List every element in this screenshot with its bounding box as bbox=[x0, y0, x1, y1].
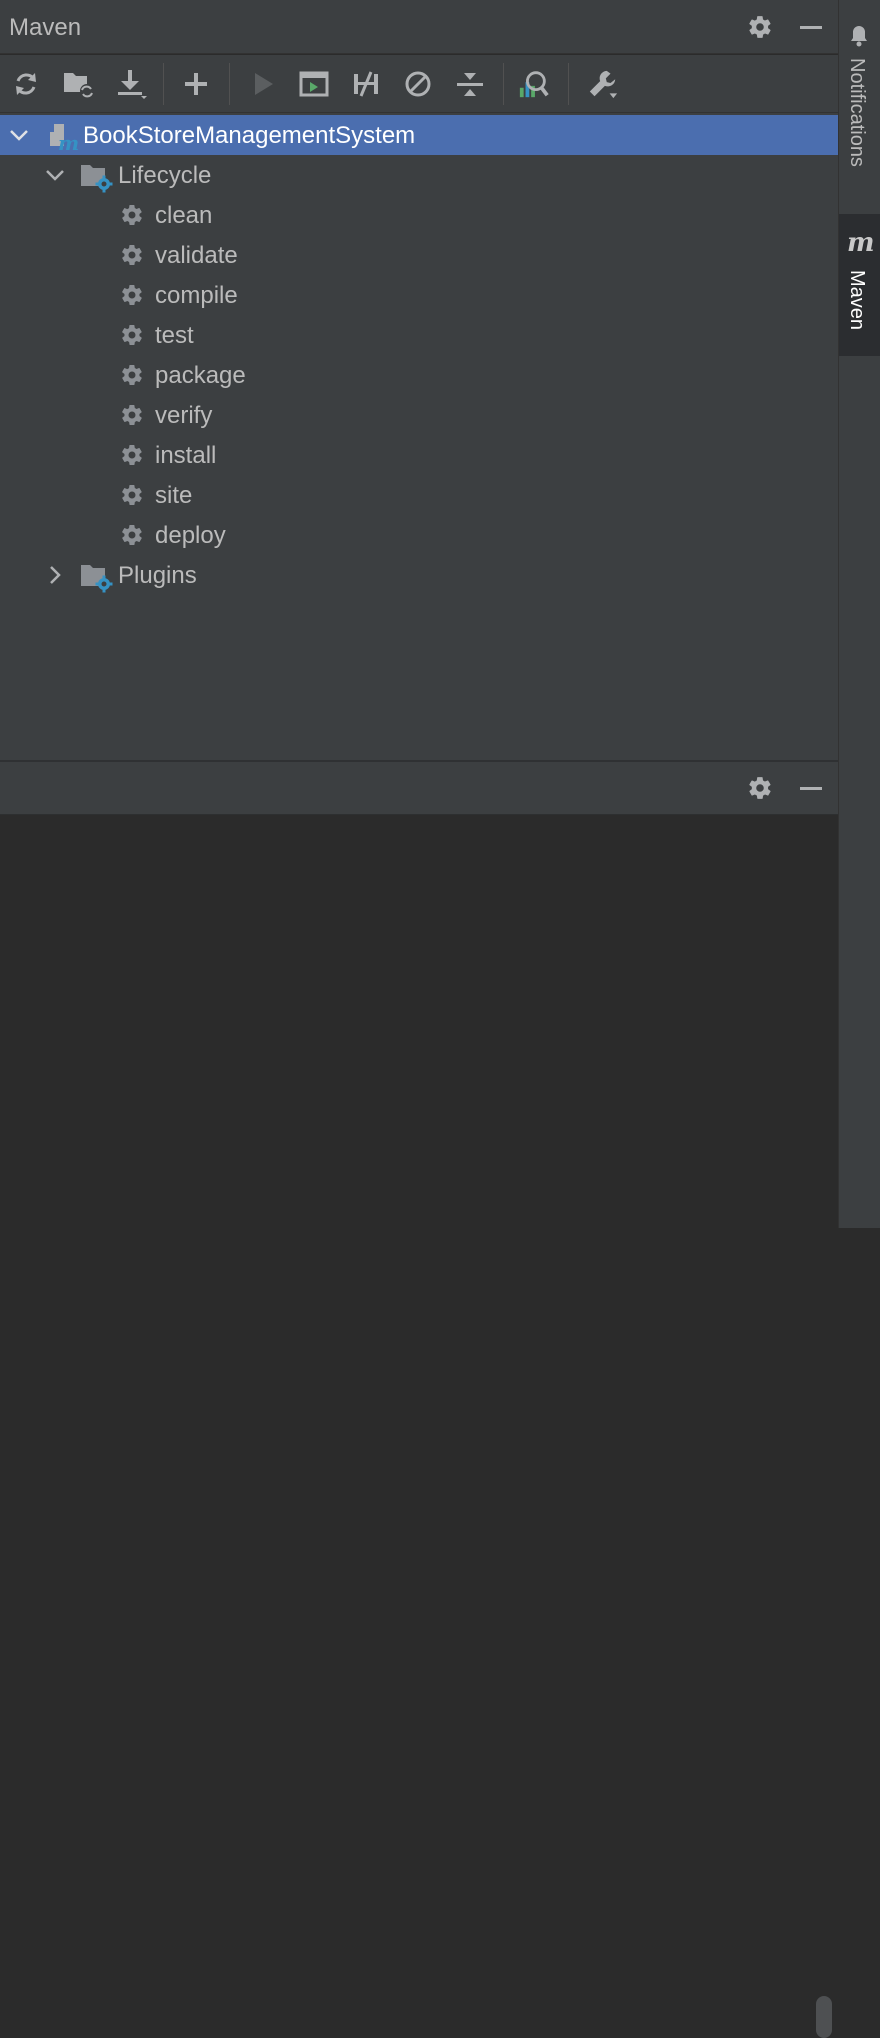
svg-text:m: m bbox=[58, 131, 78, 151]
wrench-icon[interactable] bbox=[587, 68, 619, 100]
notifications-tab[interactable]: Notifications bbox=[839, 0, 880, 212]
lifecycle-goal-compile[interactable]: compile bbox=[0, 275, 838, 315]
collapse-icon[interactable] bbox=[454, 68, 486, 100]
run-console[interactable] bbox=[0, 815, 838, 2038]
maven-m-icon: m bbox=[847, 228, 875, 258]
goal-label: verify bbox=[155, 402, 213, 429]
minus-icon[interactable] bbox=[797, 774, 825, 802]
lifecycle-goal-package[interactable]: package bbox=[0, 355, 838, 395]
chevron-right-icon[interactable] bbox=[43, 563, 67, 587]
offline-icon[interactable] bbox=[350, 68, 382, 100]
gear-icon bbox=[120, 243, 144, 267]
folder-settings-icon bbox=[80, 561, 114, 593]
toolbar-separator bbox=[163, 63, 164, 105]
lifecycle-goal-validate[interactable]: validate bbox=[0, 235, 838, 275]
console-scrollbar[interactable] bbox=[816, 1996, 832, 2038]
goal-label: site bbox=[155, 482, 193, 509]
goal-label: test bbox=[155, 322, 194, 349]
maven-tab[interactable]: m Maven bbox=[839, 214, 880, 356]
tree-node-plugins[interactable]: Plugins bbox=[0, 555, 838, 595]
goal-label: clean bbox=[155, 202, 213, 229]
lifecycle-goal-test[interactable]: test bbox=[0, 315, 838, 355]
gear-icon bbox=[120, 323, 144, 347]
gear-icon bbox=[120, 483, 144, 507]
gear-icon bbox=[120, 443, 144, 467]
lifecycle-goal-clean[interactable]: clean bbox=[0, 195, 838, 235]
maven-module-icon: m bbox=[48, 121, 79, 155]
maven-label: Maven bbox=[846, 270, 868, 331]
lifecycle-label: Lifecycle bbox=[118, 162, 212, 189]
gear-icon[interactable] bbox=[746, 13, 774, 41]
folder-settings-icon bbox=[80, 161, 114, 193]
gear-icon bbox=[120, 203, 144, 227]
skip-icon[interactable] bbox=[402, 68, 434, 100]
run-panel-header bbox=[0, 762, 838, 815]
goal-label: deploy bbox=[155, 522, 226, 549]
toolbar-separator bbox=[503, 63, 504, 105]
plugins-label: Plugins bbox=[118, 562, 197, 589]
goal-label: package bbox=[155, 362, 246, 389]
project-name: BookStoreManagementSystem bbox=[83, 122, 416, 149]
tool-window-title: Maven bbox=[9, 14, 82, 41]
maven-projects-tree: m BookStoreManagementSystem Lifecycle cl… bbox=[0, 113, 838, 760]
gear-icon bbox=[120, 283, 144, 307]
goal-label: compile bbox=[155, 282, 238, 309]
lifecycle-goal-site[interactable]: site bbox=[0, 475, 838, 515]
plus-icon[interactable] bbox=[180, 68, 212, 100]
gear-icon[interactable] bbox=[746, 774, 774, 802]
goal-label: install bbox=[155, 442, 217, 469]
gear-icon bbox=[120, 363, 144, 387]
tree-node-project[interactable]: m BookStoreManagementSystem bbox=[0, 115, 838, 155]
notifications-label: Notifications bbox=[846, 58, 868, 167]
tree-node-lifecycle[interactable]: Lifecycle bbox=[0, 155, 838, 195]
lifecycle-goal-deploy[interactable]: deploy bbox=[0, 515, 838, 555]
maven-tool-window: Maven m BookStoreManagementSystem Lifecy… bbox=[0, 0, 838, 2038]
refresh-icon[interactable] bbox=[10, 68, 42, 100]
tool-window-header: Maven bbox=[0, 0, 838, 54]
right-tool-stripe: Notifications m Maven bbox=[838, 0, 880, 1228]
gear-icon bbox=[120, 523, 144, 547]
download-icon[interactable] bbox=[115, 68, 147, 100]
goal-label: validate bbox=[155, 242, 238, 269]
bell-icon bbox=[847, 24, 871, 53]
chevron-down-icon[interactable] bbox=[43, 163, 67, 187]
lifecycle-goal-install[interactable]: install bbox=[0, 435, 838, 475]
chevron-down-icon[interactable] bbox=[7, 123, 31, 147]
minus-icon[interactable] bbox=[797, 13, 825, 41]
toolbar-separator bbox=[568, 63, 569, 105]
terminal-icon[interactable] bbox=[298, 68, 330, 100]
analyze-icon[interactable] bbox=[518, 68, 550, 100]
folder-refresh-icon[interactable] bbox=[63, 68, 95, 100]
lifecycle-goal-verify[interactable]: verify bbox=[0, 395, 838, 435]
run-icon[interactable] bbox=[247, 68, 279, 100]
gear-icon bbox=[120, 403, 144, 427]
toolbar-separator bbox=[229, 63, 230, 105]
maven-toolbar bbox=[0, 55, 838, 113]
